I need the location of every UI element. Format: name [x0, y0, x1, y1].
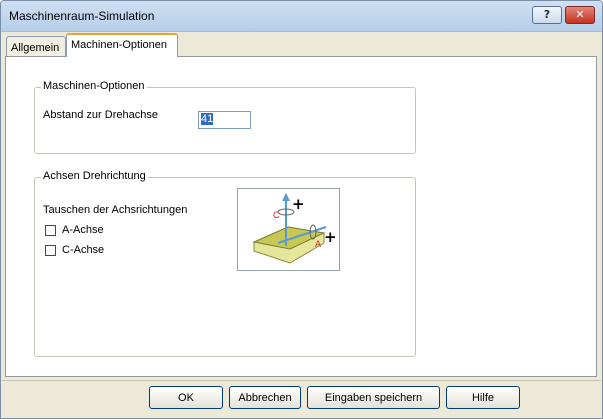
tab-machinen-optionen[interactable]: Machinen-Optionen — [66, 33, 178, 57]
a-achse-label[interactable]: A-Achse — [62, 224, 104, 236]
a-axis-letter: A — [315, 239, 321, 249]
dialog-client: Allgemein Machinen-Optionen Maschinen-Op… — [2, 32, 601, 418]
ok-button[interactable]: OK — [149, 386, 223, 409]
axis-diagram: C A + + — [237, 188, 340, 271]
close-button[interactable]: ✕ — [565, 6, 595, 24]
abstand-value: 41 — [201, 113, 214, 125]
abstand-input[interactable]: 41 — [198, 111, 251, 129]
maschinen-optionen-group: Maschinen-Optionen Abstand zur Drehachse… — [34, 80, 416, 154]
a-plus-icon: + — [324, 228, 337, 246]
c-achse-label[interactable]: C-Achse — [62, 244, 104, 256]
dialog-window: Maschinenraum-Simulation ? ✕ Allgemein M… — [0, 0, 603, 419]
a-achse-checkbox[interactable] — [45, 225, 56, 236]
tab-panel: Maschinen-Optionen Abstand zur Drehachse… — [5, 56, 597, 377]
achsen-drehrichtung-group: Achsen Drehrichtung Tauschen der Achsric… — [34, 170, 416, 357]
tab-allgemein[interactable]: Allgemein — [6, 36, 66, 56]
abstand-label: Abstand zur Drehachse — [43, 109, 158, 121]
achsen-drehrichtung-title: Achsen Drehrichtung — [41, 170, 148, 182]
cancel-button[interactable]: Abbrechen — [229, 386, 301, 409]
maschinen-optionen-title: Maschinen-Optionen — [41, 80, 147, 92]
window-title: Maschinenraum-Simulation — [9, 9, 155, 23]
help-button[interactable]: Hilfe — [446, 386, 520, 409]
title-bar[interactable]: Maschinenraum-Simulation ? ✕ — [1, 1, 602, 32]
close-icon: ✕ — [575, 8, 585, 21]
question-mark-icon: ? — [543, 8, 551, 21]
tauschen-label: Tauschen der Achsrichtungen — [43, 204, 188, 216]
c-axis-letter: C — [273, 210, 280, 220]
c-achse-checkbox[interactable] — [45, 245, 56, 256]
c-axis-arrow — [282, 193, 290, 201]
c-plus-icon: + — [292, 195, 305, 213]
help-title-button[interactable]: ? — [532, 6, 562, 24]
save-inputs-button[interactable]: Eingaben speichern — [307, 386, 440, 409]
axis-diagram-svg: C A + + — [252, 193, 337, 264]
